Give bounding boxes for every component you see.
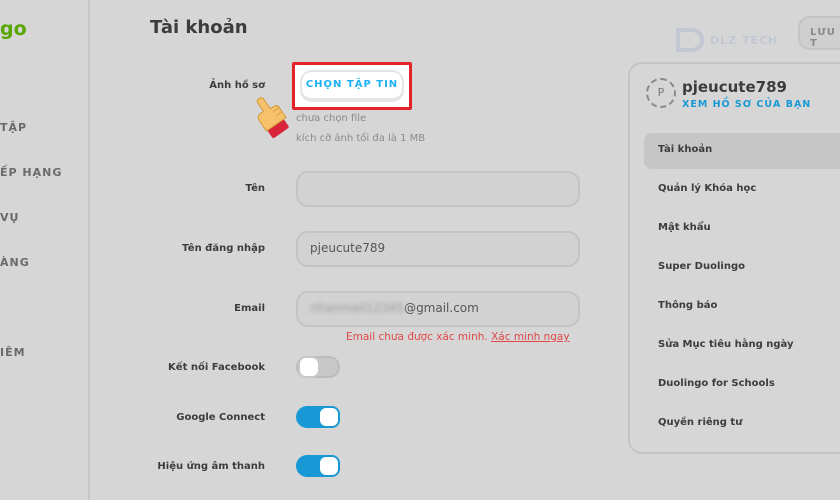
page-title: Tài khoản	[150, 17, 248, 38]
sound-label: Hiệu ứng âm thanh	[157, 461, 265, 472]
choose-file-highlight: CHỌN TẬP TIN	[292, 62, 412, 110]
sidebar-item-more[interactable]: IÊM	[0, 346, 26, 359]
email-error-message: Email chưa được xác minh. Xác minh ngay	[346, 331, 570, 343]
profile-panel: P pjeucute789 XEM HỒ SƠ CỦA BẠN Tài khoả…	[628, 62, 840, 454]
sidebar-item-quests[interactable]: VỤ	[0, 211, 19, 224]
menu-item-manage-courses[interactable]: Quản lý Khóa học	[644, 172, 840, 208]
email-label: Email	[234, 303, 265, 314]
sound-toggle[interactable]	[296, 455, 340, 477]
menu-item-privacy[interactable]: Quyền riêng tư	[644, 406, 840, 442]
email-hidden-part: nhanmail12345	[310, 301, 405, 315]
pointing-hand-icon	[256, 97, 289, 138]
name-input[interactable]	[296, 171, 580, 207]
username-label: Tên đăng nhập	[182, 243, 265, 254]
facebook-label: Kết nối Facebook	[168, 362, 265, 373]
email-input[interactable]: nhanmail12345@gmail.com	[296, 291, 580, 327]
menu-item-account[interactable]: Tài khoản	[644, 133, 840, 169]
watermark-text: DLZ TECH	[710, 34, 779, 47]
save-button[interactable]: LƯU T	[798, 16, 840, 50]
menu-item-notifications[interactable]: Thông báo	[644, 289, 840, 325]
menu-item-daily-goal[interactable]: Sửa Mục tiêu hằng ngày	[644, 328, 840, 364]
menu-item-schools[interactable]: Duolingo for Schools	[644, 367, 840, 403]
username-input[interactable]: pjeucute789	[296, 231, 580, 267]
left-sidebar: go TẬP ẾP HẠNG VỤ ÀNG IÊM	[0, 0, 90, 500]
sidebar-item-learn[interactable]: TẬP	[0, 121, 27, 134]
no-file-text: chưa chọn file	[296, 113, 367, 124]
choose-file-button[interactable]: CHỌN TẬP TIN	[300, 70, 404, 102]
menu-item-password[interactable]: Mật khẩu	[644, 211, 840, 247]
email-error-text: Email chưa được xác minh.	[346, 331, 488, 343]
name-label: Tên	[245, 183, 265, 194]
dlz-logo-icon	[676, 28, 705, 52]
sidebar-item-shop[interactable]: ÀNG	[0, 256, 30, 269]
facebook-toggle[interactable]	[296, 356, 340, 378]
toggle-knob	[318, 455, 340, 477]
max-size-text: kích cỡ ảnh tối đa là 1 MB	[296, 133, 426, 144]
duolingo-logo[interactable]: go	[0, 18, 27, 40]
verify-email-link[interactable]: Xác minh ngay	[491, 331, 570, 343]
toggle-knob	[298, 356, 320, 378]
google-label: Google Connect	[176, 412, 265, 423]
email-domain: @gmail.com	[404, 301, 479, 315]
avatar[interactable]: P	[646, 78, 676, 108]
profile-username: pjeucute789	[682, 78, 787, 96]
toggle-knob	[318, 406, 340, 428]
view-profile-link[interactable]: XEM HỒ SƠ CỦA BẠN	[682, 99, 811, 110]
google-toggle[interactable]	[296, 406, 340, 428]
sidebar-item-leaderboard[interactable]: ẾP HẠNG	[0, 166, 62, 179]
watermark-logo: DLZ TECH	[674, 26, 794, 56]
avatar-label: Ảnh hồ sơ	[209, 80, 265, 91]
menu-item-super-duolingo[interactable]: Super Duolingo	[644, 250, 840, 286]
